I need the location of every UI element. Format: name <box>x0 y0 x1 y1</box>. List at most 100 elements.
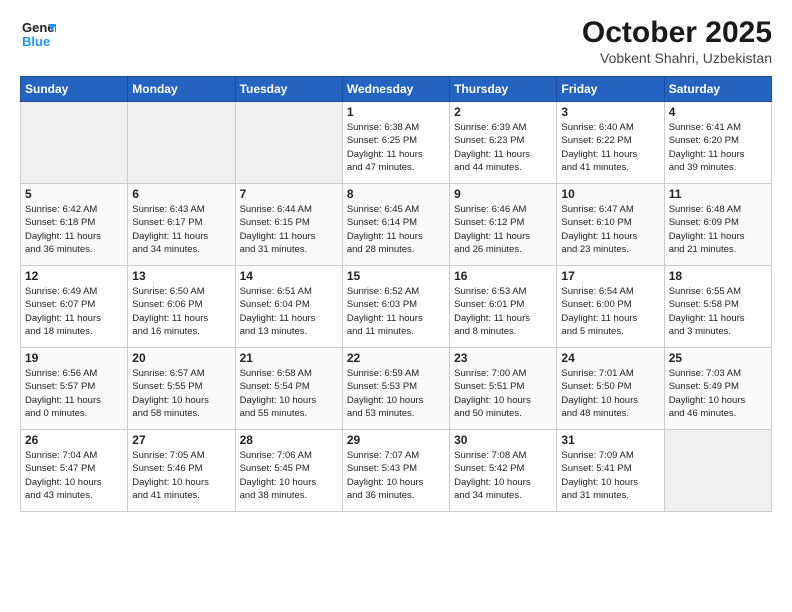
day-info: Sunrise: 7:01 AM Sunset: 5:50 PM Dayligh… <box>561 367 659 420</box>
day-number: 10 <box>561 187 659 201</box>
day-info: Sunrise: 7:04 AM Sunset: 5:47 PM Dayligh… <box>25 449 123 502</box>
day-info: Sunrise: 7:06 AM Sunset: 5:45 PM Dayligh… <box>240 449 338 502</box>
day-number: 27 <box>132 433 230 447</box>
calendar-cell <box>128 102 235 184</box>
calendar-cell: 6 Sunrise: 6:43 AM Sunset: 6:17 PM Daylig… <box>128 184 235 266</box>
header: General Blue October 2025 Vobkent Shahri… <box>20 16 772 66</box>
calendar-cell: 12 Sunrise: 6:49 AM Sunset: 6:07 PM Dayli… <box>21 266 128 348</box>
day-number: 28 <box>240 433 338 447</box>
day-info: Sunrise: 7:00 AM Sunset: 5:51 PM Dayligh… <box>454 367 552 420</box>
title-block: October 2025 Vobkent Shahri, Uzbekistan <box>582 16 772 66</box>
day-number: 18 <box>669 269 767 283</box>
day-info: Sunrise: 7:05 AM Sunset: 5:46 PM Dayligh… <box>132 449 230 502</box>
day-number: 6 <box>132 187 230 201</box>
day-number: 16 <box>454 269 552 283</box>
svg-text:Blue: Blue <box>22 34 50 49</box>
col-header-friday: Friday <box>557 77 664 102</box>
day-info: Sunrise: 6:53 AM Sunset: 6:01 PM Dayligh… <box>454 285 552 338</box>
calendar-cell: 20 Sunrise: 6:57 AM Sunset: 5:55 PM Dayli… <box>128 348 235 430</box>
day-number: 14 <box>240 269 338 283</box>
calendar-cell: 23Sunrise: 7:00 AM Sunset: 5:51 PM Dayli… <box>450 348 557 430</box>
day-number: 1 <box>347 105 445 119</box>
calendar-cell: 30Sunrise: 7:08 AM Sunset: 5:42 PM Dayli… <box>450 430 557 512</box>
day-info: Sunrise: 6:48 AM Sunset: 6:09 PM Dayligh… <box>669 203 767 256</box>
calendar-cell: 1 Sunrise: 6:38 AM Sunset: 6:25 PM Daylig… <box>342 102 449 184</box>
day-info: Sunrise: 7:03 AM Sunset: 5:49 PM Dayligh… <box>669 367 767 420</box>
calendar-cell: 11 Sunrise: 6:48 AM Sunset: 6:09 PM Dayli… <box>664 184 771 266</box>
calendar-cell <box>21 102 128 184</box>
col-header-thursday: Thursday <box>450 77 557 102</box>
col-header-sunday: Sunday <box>21 77 128 102</box>
logo: General Blue <box>20 16 56 52</box>
day-number: 15 <box>347 269 445 283</box>
day-info: Sunrise: 6:45 AM Sunset: 6:14 PM Dayligh… <box>347 203 445 256</box>
calendar-cell: 5 Sunrise: 6:42 AM Sunset: 6:18 PM Daylig… <box>21 184 128 266</box>
day-info: Sunrise: 6:59 AM Sunset: 5:53 PM Dayligh… <box>347 367 445 420</box>
calendar-cell: 3Sunrise: 6:40 AM Sunset: 6:22 PM Daylig… <box>557 102 664 184</box>
calendar-cell: 14 Sunrise: 6:51 AM Sunset: 6:04 PM Dayli… <box>235 266 342 348</box>
calendar-week-row: 1 Sunrise: 6:38 AM Sunset: 6:25 PM Daylig… <box>21 102 772 184</box>
day-info: Sunrise: 6:58 AM Sunset: 5:54 PM Dayligh… <box>240 367 338 420</box>
calendar-cell: 24 Sunrise: 7:01 AM Sunset: 5:50 PM Dayli… <box>557 348 664 430</box>
day-info: Sunrise: 6:39 AM Sunset: 6:23 PM Dayligh… <box>454 121 552 174</box>
day-info: Sunrise: 6:38 AM Sunset: 6:25 PM Dayligh… <box>347 121 445 174</box>
day-number: 4 <box>669 105 767 119</box>
day-number: 29 <box>347 433 445 447</box>
day-number: 25 <box>669 351 767 365</box>
day-info: Sunrise: 6:55 AM Sunset: 5:58 PM Dayligh… <box>669 285 767 338</box>
logo-icon: General Blue <box>20 16 56 52</box>
day-info: Sunrise: 6:41 AM Sunset: 6:20 PM Dayligh… <box>669 121 767 174</box>
col-header-tuesday: Tuesday <box>235 77 342 102</box>
calendar-cell: 18 Sunrise: 6:55 AM Sunset: 5:58 PM Dayli… <box>664 266 771 348</box>
calendar-week-row: 5 Sunrise: 6:42 AM Sunset: 6:18 PM Daylig… <box>21 184 772 266</box>
day-info: Sunrise: 6:56 AM Sunset: 5:57 PM Dayligh… <box>25 367 123 420</box>
day-number: 11 <box>669 187 767 201</box>
day-info: Sunrise: 6:57 AM Sunset: 5:55 PM Dayligh… <box>132 367 230 420</box>
day-number: 17 <box>561 269 659 283</box>
day-number: 9 <box>454 187 552 201</box>
calendar-cell: 26Sunrise: 7:04 AM Sunset: 5:47 PM Dayli… <box>21 430 128 512</box>
day-info: Sunrise: 6:43 AM Sunset: 6:17 PM Dayligh… <box>132 203 230 256</box>
calendar-cell: 8 Sunrise: 6:45 AM Sunset: 6:14 PM Daylig… <box>342 184 449 266</box>
day-info: Sunrise: 6:40 AM Sunset: 6:22 PM Dayligh… <box>561 121 659 174</box>
day-info: Sunrise: 6:44 AM Sunset: 6:15 PM Dayligh… <box>240 203 338 256</box>
calendar-cell: 19 Sunrise: 6:56 AM Sunset: 5:57 PM Dayli… <box>21 348 128 430</box>
calendar-header-row: SundayMondayTuesdayWednesdayThursdayFrid… <box>21 77 772 102</box>
col-header-wednesday: Wednesday <box>342 77 449 102</box>
day-info: Sunrise: 6:46 AM Sunset: 6:12 PM Dayligh… <box>454 203 552 256</box>
calendar-week-row: 12 Sunrise: 6:49 AM Sunset: 6:07 PM Dayli… <box>21 266 772 348</box>
calendar-cell: 15 Sunrise: 6:52 AM Sunset: 6:03 PM Dayli… <box>342 266 449 348</box>
calendar-cell: 10 Sunrise: 6:47 AM Sunset: 6:10 PM Dayli… <box>557 184 664 266</box>
calendar-cell: 31Sunrise: 7:09 AM Sunset: 5:41 PM Dayli… <box>557 430 664 512</box>
day-info: Sunrise: 6:51 AM Sunset: 6:04 PM Dayligh… <box>240 285 338 338</box>
day-info: Sunrise: 6:47 AM Sunset: 6:10 PM Dayligh… <box>561 203 659 256</box>
calendar-cell: 16 Sunrise: 6:53 AM Sunset: 6:01 PM Dayli… <box>450 266 557 348</box>
day-number: 13 <box>132 269 230 283</box>
calendar-cell <box>664 430 771 512</box>
calendar-cell: 9 Sunrise: 6:46 AM Sunset: 6:12 PM Daylig… <box>450 184 557 266</box>
day-info: Sunrise: 7:07 AM Sunset: 5:43 PM Dayligh… <box>347 449 445 502</box>
col-header-monday: Monday <box>128 77 235 102</box>
day-number: 8 <box>347 187 445 201</box>
calendar-cell <box>235 102 342 184</box>
calendar-cell: 7 Sunrise: 6:44 AM Sunset: 6:15 PM Daylig… <box>235 184 342 266</box>
day-info: Sunrise: 6:52 AM Sunset: 6:03 PM Dayligh… <box>347 285 445 338</box>
day-number: 2 <box>454 105 552 119</box>
day-info: Sunrise: 7:08 AM Sunset: 5:42 PM Dayligh… <box>454 449 552 502</box>
day-number: 5 <box>25 187 123 201</box>
calendar-cell: 17Sunrise: 6:54 AM Sunset: 6:00 PM Dayli… <box>557 266 664 348</box>
day-number: 20 <box>132 351 230 365</box>
month-title: October 2025 <box>582 16 772 50</box>
calendar-cell: 29 Sunrise: 7:07 AM Sunset: 5:43 PM Dayli… <box>342 430 449 512</box>
day-number: 31 <box>561 433 659 447</box>
day-number: 19 <box>25 351 123 365</box>
location-subtitle: Vobkent Shahri, Uzbekistan <box>582 50 772 66</box>
day-number: 7 <box>240 187 338 201</box>
day-info: Sunrise: 6:42 AM Sunset: 6:18 PM Dayligh… <box>25 203 123 256</box>
day-info: Sunrise: 6:49 AM Sunset: 6:07 PM Dayligh… <box>25 285 123 338</box>
day-number: 22 <box>347 351 445 365</box>
day-number: 12 <box>25 269 123 283</box>
calendar-cell: 13Sunrise: 6:50 AM Sunset: 6:06 PM Dayli… <box>128 266 235 348</box>
day-number: 24 <box>561 351 659 365</box>
calendar-cell: 22 Sunrise: 6:59 AM Sunset: 5:53 PM Dayli… <box>342 348 449 430</box>
